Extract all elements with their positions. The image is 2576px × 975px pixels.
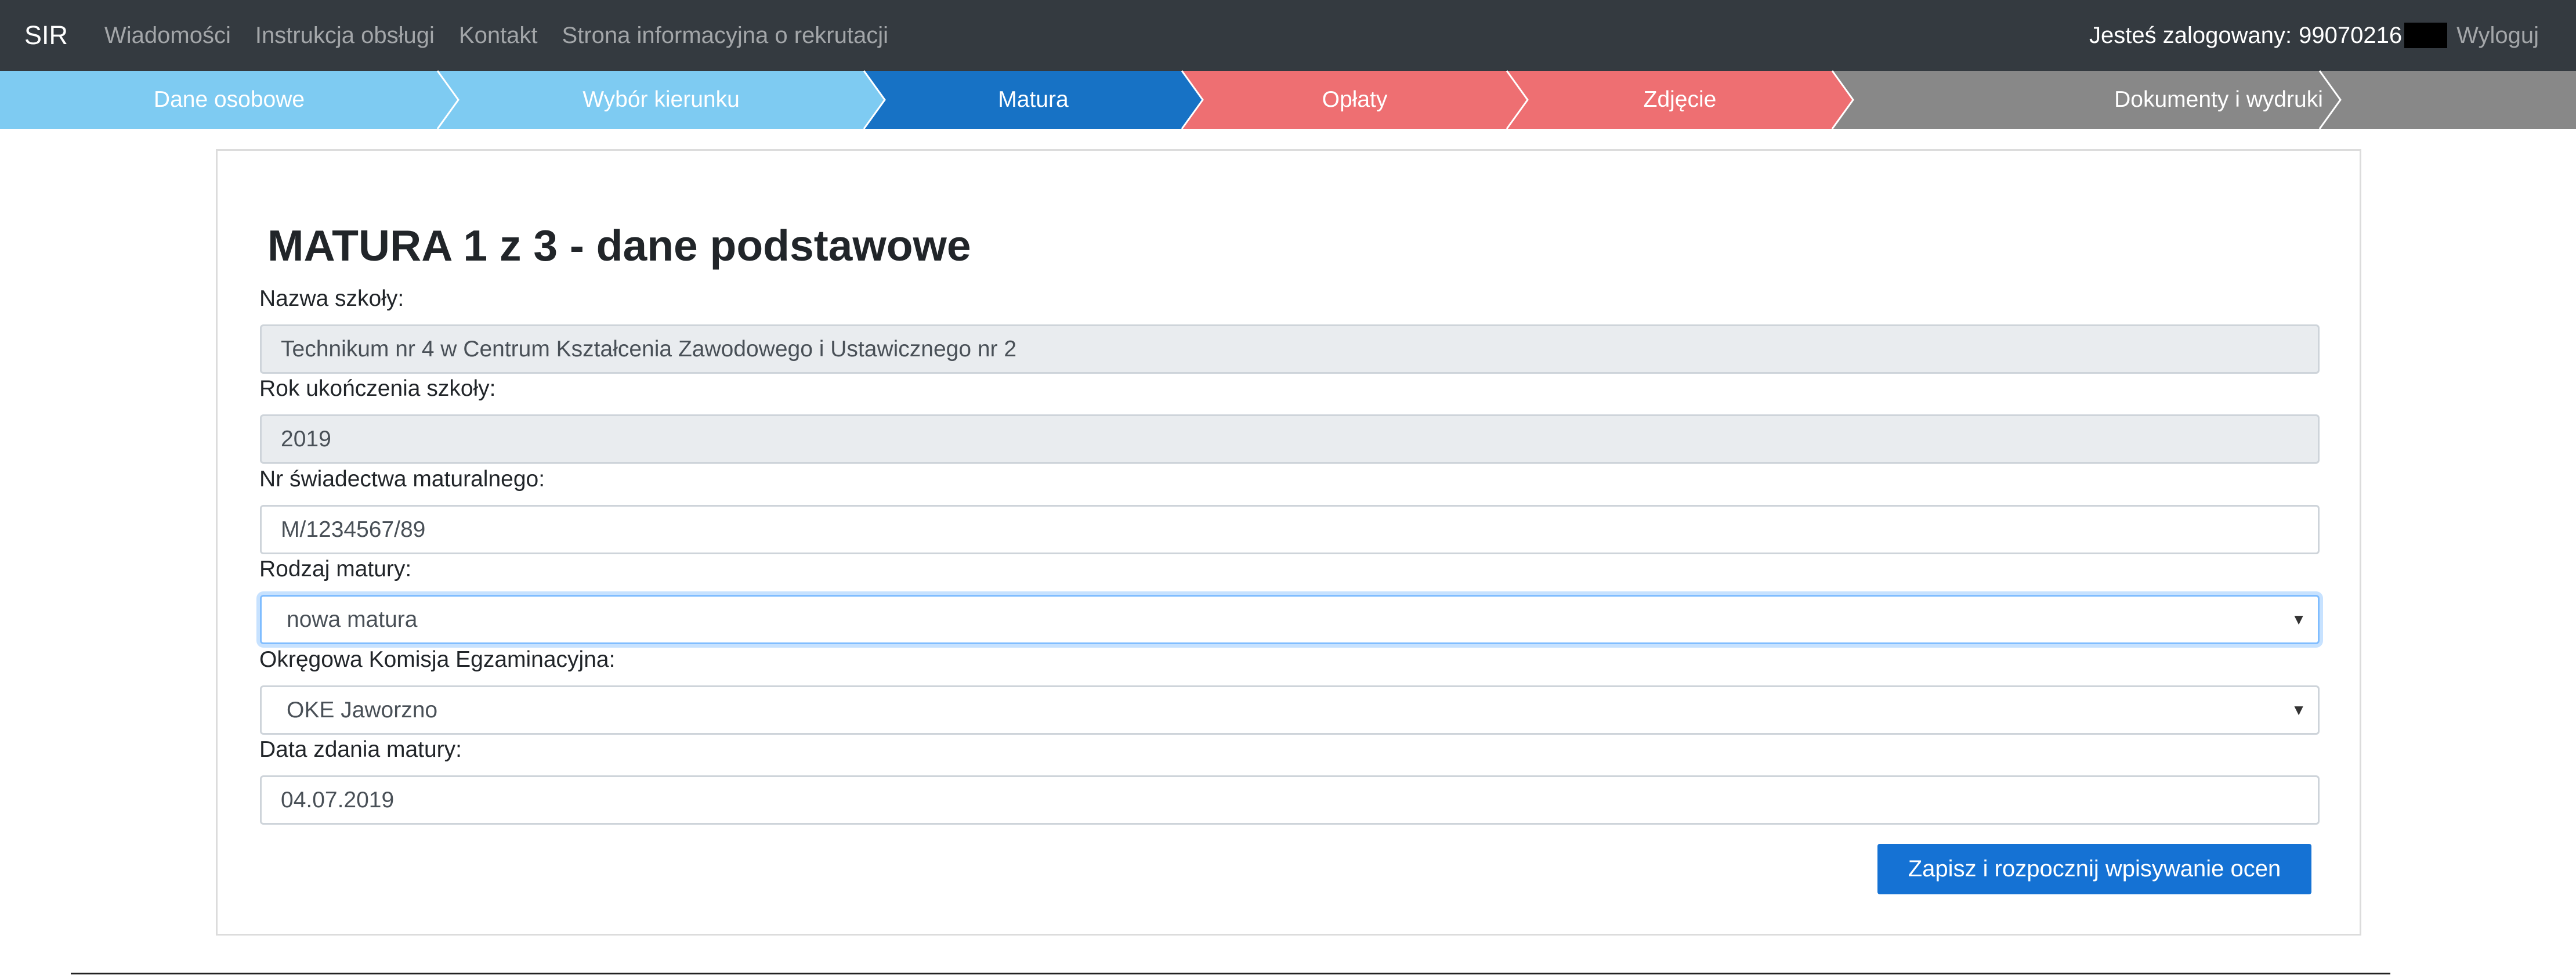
nav-link-contact[interactable]: Kontakt	[459, 23, 538, 49]
step-label: Dokumenty i wydruki	[2114, 87, 2323, 112]
matura-type-label: Rodzaj matury:	[259, 557, 412, 582]
step-photo[interactable]: Zdjęcie	[1507, 70, 1854, 129]
matura-type-value: nowa matura	[287, 607, 418, 632]
caret-down-icon: ▼	[2291, 701, 2306, 718]
exam-date-input[interactable]: 04.07.2019	[260, 775, 2320, 825]
certificate-number-label: Nr świadectwa maturalnego:	[259, 467, 545, 492]
step-documents[interactable]: Dokumenty i wydruki	[1832, 70, 2576, 129]
step-course-choice[interactable]: Wybór kierunku	[437, 70, 886, 129]
certificate-number-input[interactable]: M/1234567/89	[260, 505, 2320, 554]
brand-logo[interactable]: SIR	[24, 0, 68, 71]
graduation-year-field: 2019	[260, 414, 2320, 464]
nav-link-manual[interactable]: Instrukcja obsługi	[255, 23, 435, 49]
nav-link-messages[interactable]: Wiadomości	[104, 23, 231, 49]
footer-divider	[71, 973, 2390, 974]
user-id: 99070216	[2299, 22, 2403, 48]
caret-down-icon: ▼	[2291, 611, 2306, 628]
step-matura[interactable]: Matura	[864, 70, 1204, 129]
matura-type-select[interactable]: nowa matura ▼	[260, 595, 2320, 644]
page-title: MATURA 1 z 3 - dane podstawowe	[267, 221, 971, 270]
exam-commission-select[interactable]: OKE Jaworzno ▼	[260, 685, 2320, 735]
progress-steps: Dane osobowe Wybór kierunku Matura Opłat…	[0, 70, 2576, 129]
save-and-start-grades-button[interactable]: Zapisz i rozpocznij wpisywanie ocen	[1877, 844, 2311, 894]
redacted-block	[2404, 23, 2448, 48]
logout-link[interactable]: Wyloguj	[2456, 23, 2539, 49]
logged-in-label: Jesteś zalogowany:	[2089, 22, 2292, 48]
step-label: Zdjęcie	[1643, 87, 1717, 112]
nav-link-recruitment-info[interactable]: Strona informacyjna o rekrutacji	[562, 23, 888, 49]
graduation-year-label: Rok ukończenia szkoły:	[259, 376, 496, 401]
exam-commission-value: OKE Jaworzno	[287, 698, 438, 723]
step-label: Matura	[998, 87, 1069, 112]
school-name-label: Nazwa szkoły:	[259, 286, 404, 311]
user-area: Jesteś zalogowany: 99070216 Wyloguj	[2089, 0, 2539, 71]
step-personal-data[interactable]: Dane osobowe	[0, 70, 460, 129]
exam-date-label: Data zdania matury:	[259, 737, 462, 762]
matura-form-card: MATURA 1 z 3 - dane podstawowe Nazwa szk…	[216, 149, 2361, 936]
step-payments[interactable]: Opłaty	[1182, 70, 1529, 129]
step-label: Wybór kierunku	[583, 87, 740, 112]
top-navbar: SIR Wiadomości Instrukcja obsługi Kontak…	[0, 0, 2576, 71]
exam-commission-label: Okręgowa Komisja Egzaminacyjna:	[259, 647, 616, 672]
nav-links: Wiadomości Instrukcja obsługi Kontakt St…	[104, 0, 913, 71]
school-name-field: Technikum nr 4 w Centrum Kształcenia Zaw…	[260, 324, 2320, 374]
step-label: Opłaty	[1322, 87, 1388, 112]
step-label: Dane osobowe	[153, 87, 305, 112]
